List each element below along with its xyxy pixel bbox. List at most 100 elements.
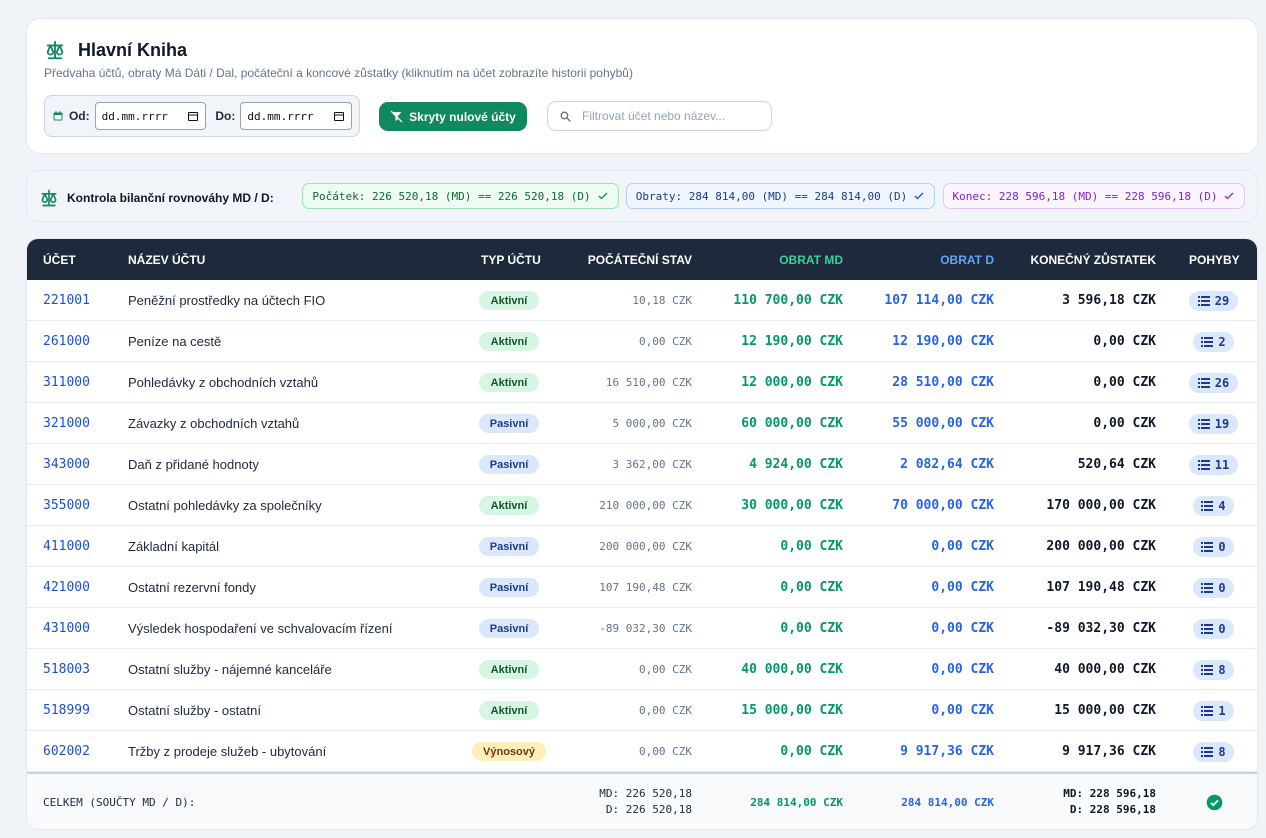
movements-button[interactable]: 0: [1193, 578, 1234, 598]
list-icon: [1201, 706, 1214, 716]
movements-button[interactable]: 4: [1193, 496, 1234, 516]
opening-balance: 0,00 CZK: [639, 704, 692, 717]
account-type-badge: Aktivní: [479, 701, 539, 720]
account-number-link[interactable]: 602002: [43, 744, 90, 759]
movements-button[interactable]: 8: [1193, 660, 1234, 680]
col-movements: POHYBY: [1189, 253, 1240, 267]
movements-button[interactable]: 19: [1189, 414, 1238, 434]
footer-opening-md: MD: 226 520,18: [599, 787, 692, 800]
table-row[interactable]: 518003 Ostatní služby - nájemné kanceláře…: [27, 649, 1257, 690]
opening-balance: 10,18 CZK: [632, 294, 692, 307]
table-row[interactable]: 518999 Ostatní služby - ostatní Aktivní 0,0…: [27, 690, 1257, 731]
closing-balance: 0,00 CZK: [1093, 375, 1156, 390]
account-name: Pohledávky z obchodních vztahů: [128, 375, 319, 390]
turnover-md: 12 000,00 CZK: [741, 375, 843, 390]
table-row[interactable]: 355000 Ostatní pohledávky za společníky Ak…: [27, 485, 1257, 526]
search-input[interactable]: Filtrovat účet nebo název...: [547, 101, 772, 131]
footer-closing-d: D: 228 596,18: [1069, 803, 1156, 816]
col-type: TYP ÚČTU: [481, 253, 541, 267]
account-number-link[interactable]: 518999: [43, 703, 90, 718]
table-row[interactable]: 411000 Základní kapitál Pasivní 200 000,00 …: [27, 526, 1257, 567]
col-d: OBRAT D: [940, 253, 994, 267]
account-number-link[interactable]: 411000: [43, 539, 90, 554]
date-to-input[interactable]: dd.mm.rrrr: [240, 102, 353, 130]
turnover-md: 40 000,00 CZK: [741, 662, 843, 677]
opening-balance: 16 510,00 CZK: [605, 376, 692, 389]
account-type-badge: Pasivní: [479, 414, 539, 433]
account-number-link[interactable]: 261000: [43, 334, 90, 349]
closing-balance: 200 000,00 CZK: [1046, 539, 1156, 554]
account-number-link[interactable]: 311000: [43, 375, 90, 390]
calendar-icon[interactable]: [187, 110, 199, 122]
movements-count: 26: [1214, 376, 1230, 390]
date-to-placeholder: dd.mm.rrrr: [247, 109, 314, 123]
turnover-md: 60 000,00 CZK: [741, 416, 843, 431]
table-row[interactable]: 221001 Peněžní prostředky na účtech FIO Ak…: [27, 280, 1257, 321]
turnover-md: 4 924,00 CZK: [749, 457, 843, 472]
calendar-icon: [53, 111, 63, 121]
account-number-link[interactable]: 431000: [43, 621, 90, 636]
movements-button[interactable]: 8: [1193, 742, 1234, 762]
table-row[interactable]: 321000 Závazky z obchodních vztahů Pasivní…: [27, 403, 1257, 444]
balance-end-badge: Konec: 228 596,18 (MD) == 228 596,18 (D): [943, 183, 1245, 209]
movements-count: 2: [1218, 335, 1226, 349]
table-footer: CELKEM (SOUČTY MD / D): MD: 226 520,18 D…: [27, 772, 1257, 829]
movements-button[interactable]: 26: [1189, 373, 1238, 393]
ledger-table: ÚČET NÁZEV ÚČTU TYP ÚČTU POČÁTEČNÍ STAV …: [26, 238, 1258, 830]
turnover-md: 30 000,00 CZK: [741, 498, 843, 513]
movements-count: 8: [1218, 745, 1226, 759]
table-row[interactable]: 421000 Ostatní rezervní fondy Pasivní 107 1…: [27, 567, 1257, 608]
movements-button[interactable]: 0: [1193, 619, 1234, 639]
turnover-d: 0,00 CZK: [931, 539, 994, 554]
account-number-link[interactable]: 343000: [43, 457, 90, 472]
account-number-link[interactable]: 355000: [43, 498, 90, 513]
turnover-d: 0,00 CZK: [931, 662, 994, 677]
date-from-input[interactable]: dd.mm.rrrr: [94, 102, 207, 130]
filter-off-icon: [390, 110, 403, 123]
balance-check-card: Kontrola bilanční rovnováhy MD / D: Počá…: [26, 170, 1258, 222]
hide-zero-accounts-button[interactable]: Skryty nulové účty: [379, 102, 527, 131]
closing-balance: -89 032,30 CZK: [1046, 621, 1156, 636]
balance-turnover-text: Obraty: 284 814,00 (MD) == 284 814,00 (D…: [635, 189, 908, 203]
movements-button[interactable]: 11: [1189, 455, 1238, 475]
table-header: ÚČET NÁZEV ÚČTU TYP ÚČTU POČÁTEČNÍ STAV …: [27, 239, 1257, 280]
account-number-link[interactable]: 321000: [43, 416, 90, 431]
title-row: Hlavní Kniha: [44, 39, 187, 61]
calendar-icon[interactable]: [333, 110, 345, 122]
table-row[interactable]: 261000 Peníze na cestě Aktivní 0,00 CZK 12 1…: [27, 321, 1257, 362]
table-row[interactable]: 343000 Daň z přidané hodnoty Pasivní 3 362,…: [27, 444, 1257, 485]
movements-button[interactable]: 0: [1193, 537, 1234, 557]
turnover-md: 0,00 CZK: [780, 580, 843, 595]
balance-turnover-badge: Obraty: 284 814,00 (MD) == 284 814,00 (D…: [626, 183, 935, 209]
header-card: Hlavní Kniha Předvaha účtů, obraty Má Dá…: [26, 18, 1258, 154]
list-icon: [1197, 296, 1210, 306]
movements-count: 4: [1218, 499, 1226, 513]
col-md: OBRAT MD: [779, 253, 843, 267]
turnover-d: 12 190,00 CZK: [892, 334, 994, 349]
list-icon: [1201, 624, 1214, 634]
check-icon: [914, 192, 924, 200]
account-type-badge: Pasivní: [479, 619, 539, 638]
account-number-link[interactable]: 518003: [43, 662, 90, 677]
turnover-d: 55 000,00 CZK: [892, 416, 994, 431]
table-row[interactable]: 431000 Výsledek hospodaření ve schvalovac…: [27, 608, 1257, 649]
closing-balance: 9 917,36 CZK: [1062, 744, 1156, 759]
closing-balance: 107 190,48 CZK: [1046, 580, 1156, 595]
table-row[interactable]: 311000 Pohledávky z obchodních vztahů Akti…: [27, 362, 1257, 403]
search-placeholder: Filtrovat účet nebo název...: [582, 109, 726, 123]
account-number-link[interactable]: 221001: [43, 293, 90, 308]
balance-start-badge: Počátek: 226 520,18 (MD) == 226 520,18 (…: [302, 183, 619, 209]
turnover-md: 0,00 CZK: [780, 744, 843, 759]
movements-button[interactable]: 29: [1189, 291, 1238, 311]
account-number-link[interactable]: 421000: [43, 580, 90, 595]
account-type-badge: Aktivní: [479, 373, 539, 392]
list-icon: [1197, 419, 1210, 429]
table-row[interactable]: 602002 Tržby z prodeje služeb - ubytování…: [27, 731, 1257, 772]
scale-icon: [46, 40, 64, 60]
movements-button[interactable]: 2: [1193, 332, 1234, 352]
date-from-placeholder: dd.mm.rrrr: [101, 109, 168, 123]
account-type-badge: Aktivní: [479, 332, 539, 351]
check-icon: [1224, 192, 1234, 200]
movements-button[interactable]: 1: [1193, 701, 1234, 721]
account-type-badge: Aktivní: [479, 496, 539, 515]
